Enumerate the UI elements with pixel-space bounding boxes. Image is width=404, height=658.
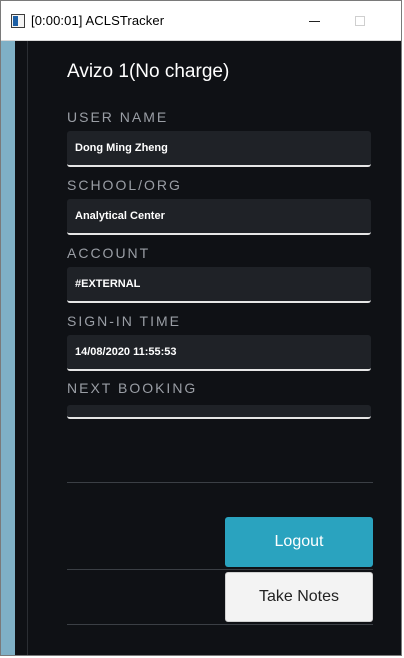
next-booking-field bbox=[67, 405, 371, 419]
window-title: [0:00:01] ACLSTracker bbox=[31, 13, 165, 28]
maximize-icon bbox=[355, 16, 365, 26]
minimize-button[interactable] bbox=[291, 1, 337, 41]
school-org-field: Analytical Center bbox=[67, 199, 371, 235]
account-value: #EXTERNAL bbox=[75, 278, 141, 290]
logout-button[interactable]: Logout bbox=[225, 517, 373, 567]
user-name-label: USER NAME bbox=[67, 109, 169, 125]
user-name-value: Dong Ming Zheng bbox=[75, 142, 168, 154]
panel-border bbox=[27, 41, 28, 655]
section-divider bbox=[67, 482, 373, 483]
section-divider bbox=[67, 569, 373, 570]
account-field: #EXTERNAL bbox=[67, 267, 371, 303]
sign-in-time-value: 14/08/2020 11:55:53 bbox=[75, 346, 177, 358]
minimize-icon bbox=[308, 20, 320, 22]
take-notes-button[interactable]: Take Notes bbox=[225, 572, 373, 622]
app-window: [0:00:01] ACLSTracker Avizo 1(No charge)… bbox=[0, 0, 402, 656]
school-org-label: SCHOOL/ORG bbox=[67, 177, 182, 193]
sign-in-time-field: 14/08/2020 11:55:53 bbox=[67, 335, 371, 371]
section-divider bbox=[67, 624, 373, 625]
maximize-button[interactable] bbox=[337, 1, 383, 41]
side-accent-strip bbox=[1, 41, 15, 655]
school-org-value: Analytical Center bbox=[75, 210, 165, 222]
sign-in-time-label: SIGN-IN TIME bbox=[67, 313, 181, 329]
app-icon bbox=[11, 13, 25, 28]
title-bar[interactable]: [0:00:01] ACLSTracker bbox=[1, 1, 401, 41]
instrument-title: Avizo 1(No charge) bbox=[67, 61, 230, 82]
account-label: ACCOUNT bbox=[67, 245, 151, 261]
user-name-field: Dong Ming Zheng bbox=[67, 131, 371, 167]
next-booking-label: NEXT BOOKING bbox=[67, 380, 198, 396]
